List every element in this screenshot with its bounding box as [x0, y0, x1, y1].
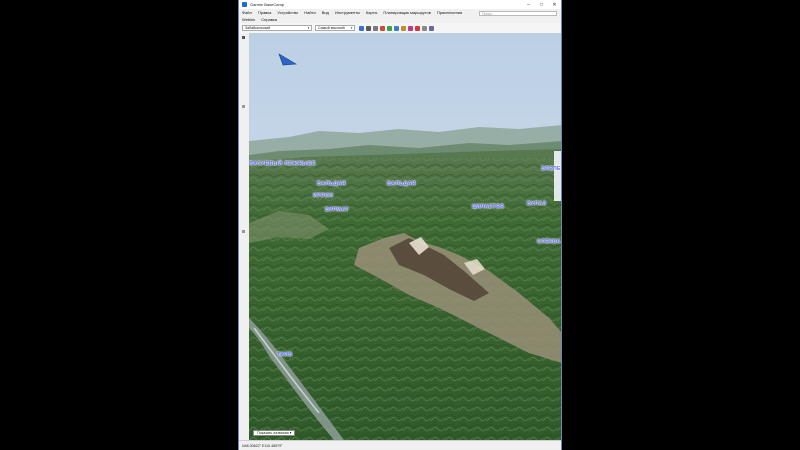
select-icon[interactable] — [359, 25, 364, 31]
menu-adventures[interactable]: Приключения — [437, 10, 462, 15]
map-label: ТКИВ — [277, 352, 293, 358]
menu-maps[interactable]: Карты — [366, 10, 377, 15]
map-label: ВАСУЕВЫЙ ЛЕЖЖЫЕЕ — [249, 161, 316, 167]
menu-row-2: Weblnk Справка — [239, 16, 561, 23]
map-view-3d[interactable]: ВАСУЕВЫЙ ЛЕЖЖЫЕЕ БАЛЬДАЯ БАЛЬДАЯ ИРРИН Б… — [249, 33, 561, 440]
map-label: СЛЕКВА — [537, 239, 561, 245]
route-icon[interactable] — [401, 25, 406, 31]
zoom-icon[interactable] — [373, 25, 378, 31]
menu-file[interactable]: Файл — [242, 10, 252, 15]
panel-marker-icon — [242, 105, 245, 108]
map-label: БАЛЬДАЯ — [387, 181, 416, 187]
chevron-down-icon: ▼ — [350, 26, 353, 30]
map-label: ИРРИН — [313, 193, 334, 199]
app-icon — [242, 2, 247, 7]
window-title: Garmin BaseCamp — [250, 2, 285, 7]
map-label: БУЛАЗ — [527, 201, 547, 207]
coordinates-readout: N48.30622° E110.48579° — [242, 444, 283, 448]
map-product-value: Забайкальский — [245, 26, 271, 30]
maximize-button[interactable]: □ — [535, 0, 548, 9]
app-window: Garmin BaseCamp – □ ✕ Файл Правка Устрой… — [238, 0, 562, 450]
track-icon[interactable] — [394, 25, 399, 31]
search-input[interactable]: Поиск — [479, 11, 557, 16]
title-bar: Garmin BaseCamp – □ ✕ — [239, 0, 561, 9]
menu-edit[interactable]: Правка — [258, 10, 272, 15]
menu-bar: Файл Правка Устройство Найти Вид Инструм… — [239, 9, 561, 23]
splitter-handle-icon[interactable] — [242, 230, 245, 233]
menu-tools[interactable]: Инструменты — [335, 10, 360, 15]
dash-icon[interactable] — [422, 25, 427, 31]
toolbar-icons — [359, 25, 436, 31]
menu-find[interactable]: Найти — [304, 10, 315, 15]
status-bar: N48.30622° E110.48579° — [239, 440, 561, 450]
globe-icon[interactable] — [415, 25, 420, 31]
pan-icon[interactable] — [366, 25, 371, 31]
close-button[interactable]: ✕ — [548, 0, 561, 9]
show-names-label: Показать названия — [257, 431, 289, 435]
map-label: БАЛЬДАЯ — [317, 181, 346, 187]
menu-view[interactable]: Вид — [322, 10, 329, 15]
map-label: ЦИЛАЕТЕЯ — [472, 204, 505, 210]
waypoint-icon[interactable] — [387, 25, 392, 31]
find-icon[interactable] — [408, 25, 413, 31]
settings-icon[interactable] — [429, 25, 434, 31]
map-product-select[interactable]: Забайкальский ▼ — [242, 25, 312, 31]
terrain-render — [249, 33, 561, 440]
map-label: ЭЛЕЛЕ — [541, 166, 561, 172]
panel-marker-icon — [242, 36, 245, 39]
compass-arrow-icon[interactable] — [278, 53, 298, 67]
measure-icon[interactable] — [380, 25, 385, 31]
detail-level-select[interactable]: Самый высокий ▼ — [315, 25, 355, 31]
chevron-down-icon: ▼ — [307, 26, 310, 30]
menu-device[interactable]: Устройство — [277, 10, 298, 15]
map-label: БУРМАТ — [325, 207, 349, 213]
detail-level-value: Самый высокий — [318, 26, 345, 30]
show-names-button[interactable]: Показать названия ▾ — [253, 430, 296, 436]
menu-weblink[interactable]: Weblnk — [242, 17, 255, 22]
menu-help[interactable]: Справка — [261, 17, 277, 22]
menu-route-planner[interactable]: Планировщик маршрутов — [383, 10, 431, 15]
window-controls: – □ ✕ — [522, 0, 561, 9]
minimize-button[interactable]: – — [522, 0, 535, 9]
